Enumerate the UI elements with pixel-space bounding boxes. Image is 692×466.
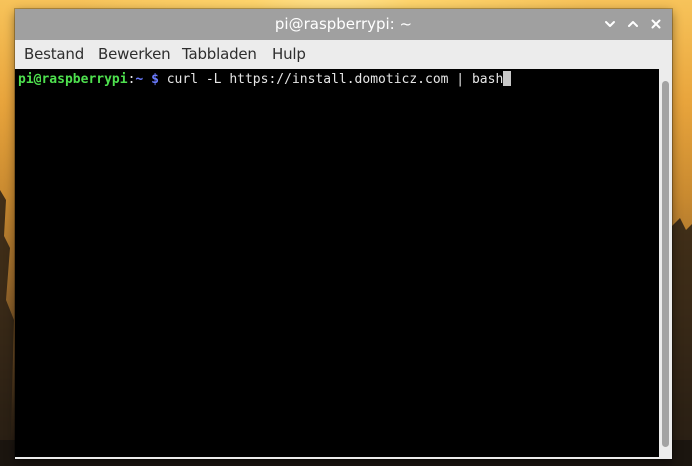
menu-bar: Bestand Bewerken Tabbladen Hulp	[15, 40, 672, 69]
minimize-button[interactable]	[601, 15, 619, 33]
terminal-line: pi@raspberrypi:~ $ curl -L https://insta…	[18, 71, 512, 88]
menu-bestand[interactable]: Bestand	[24, 40, 84, 69]
text-cursor	[503, 71, 512, 86]
terminal-area[interactable]: pi@raspberrypi:~ $ curl -L https://insta…	[15, 69, 659, 457]
scrollbar-thumb[interactable]	[662, 81, 669, 447]
prompt-path: ~	[135, 72, 144, 87]
prompt-user: pi@raspberrypi	[18, 72, 128, 87]
chevron-up-icon	[628, 21, 638, 27]
close-button[interactable]	[647, 15, 665, 33]
menu-tabbladen[interactable]: Tabbladen	[182, 40, 257, 69]
vertical-scrollbar[interactable]	[659, 69, 672, 457]
menu-bewerken[interactable]: Bewerken	[98, 40, 171, 69]
close-icon	[651, 19, 661, 29]
title-bar[interactable]: pi@raspberrypi: ~	[15, 9, 672, 40]
maximize-button[interactable]	[624, 15, 642, 33]
terminal-window: pi@raspberrypi: ~ Bestand Bewerken Tabbl…	[15, 9, 672, 459]
window-title: pi@raspberrypi: ~	[274, 15, 413, 33]
command-text: curl -L https://install.domoticz.com | b…	[166, 72, 504, 87]
prompt-symbol: $	[151, 72, 159, 87]
menu-hulp[interactable]: Hulp	[272, 40, 306, 69]
chevron-down-icon	[605, 21, 615, 27]
